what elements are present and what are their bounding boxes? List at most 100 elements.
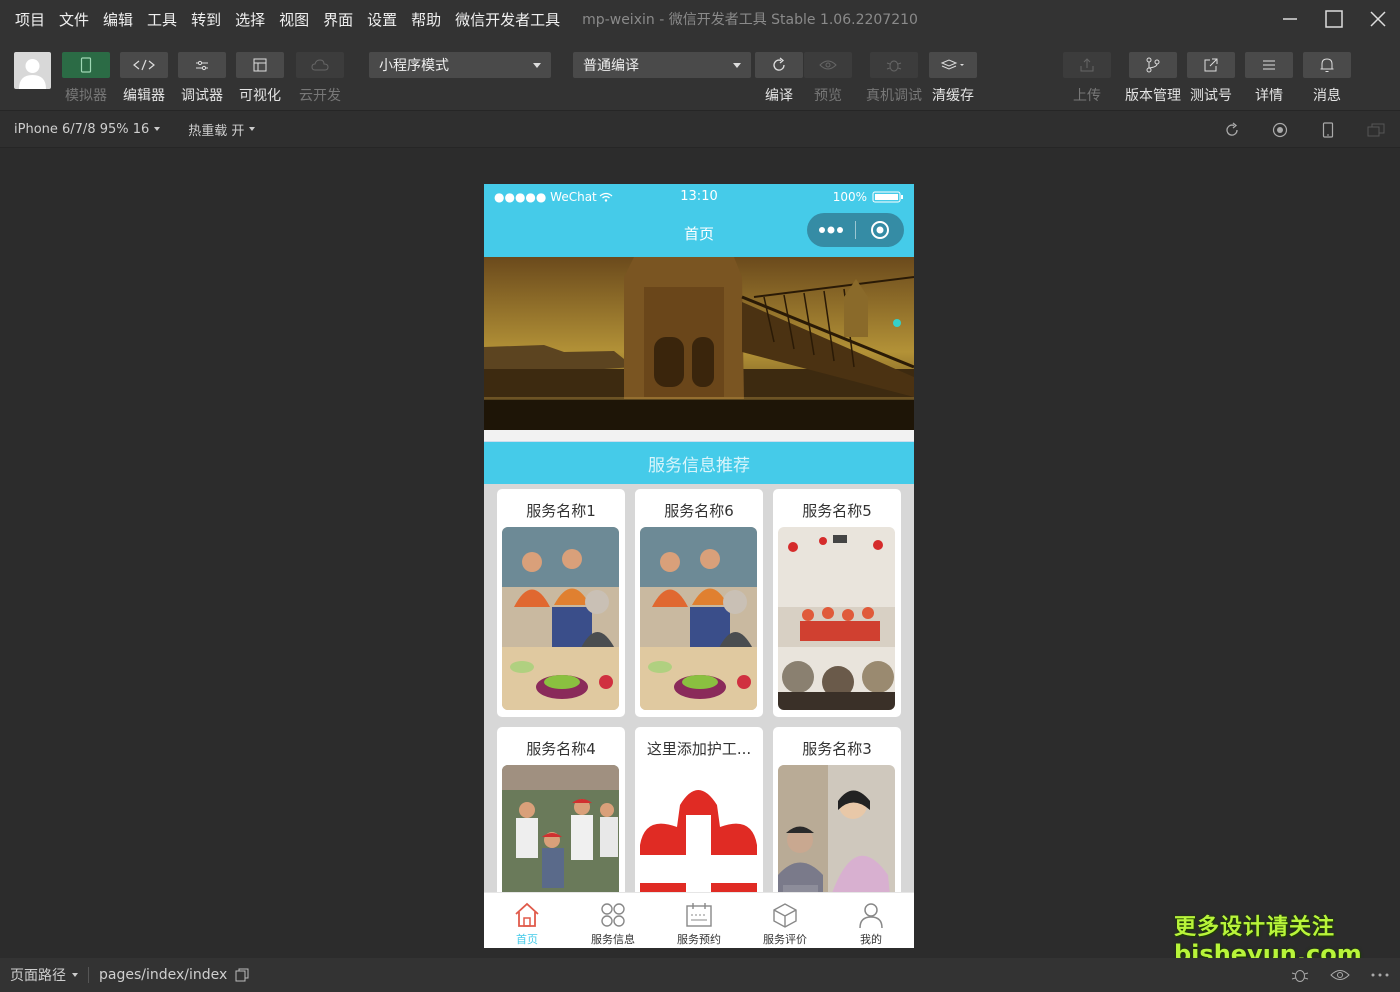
upload-action[interactable]: 上传 — [1063, 52, 1111, 105]
service-card-image — [778, 527, 895, 710]
service-card-image — [640, 527, 757, 710]
version-button[interactable] — [1129, 52, 1177, 78]
preview-toggle[interactable] — [1320, 968, 1360, 982]
hot-reload-select[interactable]: 热重载 开 — [188, 120, 256, 139]
menu-interface[interactable]: 界面 — [323, 9, 353, 30]
user-icon — [859, 903, 883, 929]
menu-wechat-devtools[interactable]: 微信开发者工具 — [455, 9, 560, 30]
service-grid: 服务名称1 服务名称6 服务名称5 服务名称4 这里添加护工... 服务名称3 — [484, 484, 914, 894]
debugger-toggle[interactable]: 调试器 — [178, 52, 226, 105]
page-title: 首页 — [683, 224, 714, 243]
branch-icon — [1146, 57, 1160, 73]
tab-service-info[interactable]: 服务信息 — [570, 893, 656, 948]
minimize-button[interactable] — [1268, 0, 1312, 38]
messages-action[interactable]: 消息 — [1303, 52, 1351, 105]
tab-service-booking[interactable]: 服务预约 — [656, 893, 742, 948]
tower-bridge-image — [484, 257, 914, 430]
compile-action[interactable]: 编译 — [755, 52, 803, 105]
phone-simulator[interactable]: ●●●●● WeChat 13:10 100% 首页 服务信息推荐 服务名称1 … — [484, 184, 914, 948]
cloud-button[interactable] — [296, 52, 344, 78]
bell-icon — [1320, 58, 1334, 72]
device-frame-button[interactable] — [1304, 122, 1352, 138]
exit-miniprogram-button[interactable] — [856, 220, 904, 240]
page-path-select[interactable]: 页面路径 — [10, 965, 78, 985]
outdoor-group-image — [502, 765, 619, 894]
test-account-button[interactable] — [1187, 52, 1235, 78]
clear-cache-button[interactable] — [929, 52, 977, 78]
eye-icon — [819, 60, 837, 70]
tab-mine[interactable]: 我的 — [828, 893, 914, 948]
hot-reload-value: 热重载 开 — [188, 123, 245, 139]
service-card-title: 服务名称6 — [664, 501, 734, 520]
service-card-4[interactable]: 服务名称4 — [497, 727, 625, 894]
maximize-button[interactable] — [1312, 0, 1356, 38]
menu-edit[interactable]: 编辑 — [103, 9, 133, 30]
remote-debug-button[interactable] — [870, 52, 918, 78]
device-select[interactable]: iPhone 6/7/8 95% 16 — [14, 122, 161, 137]
menu-file[interactable]: 文件 — [59, 9, 89, 30]
eye-icon — [1330, 970, 1350, 980]
compile-select[interactable]: 普通编译 — [573, 52, 751, 78]
messages-button[interactable] — [1303, 52, 1351, 78]
preview-action[interactable]: 预览 — [804, 52, 852, 105]
menu-settings[interactable]: 设置 — [367, 9, 397, 30]
close-button[interactable] — [1356, 0, 1400, 38]
details-label: 详情 — [1255, 88, 1283, 104]
messages-label: 消息 — [1313, 88, 1341, 104]
copy-path-button[interactable] — [235, 968, 249, 982]
service-card-2[interactable]: 服务名称6 — [635, 489, 763, 717]
tab-service-review[interactable]: 服务评价 — [742, 893, 828, 948]
upload-button[interactable] — [1063, 52, 1111, 78]
details-button[interactable] — [1245, 52, 1293, 78]
service-card-1[interactable]: 服务名称1 — [497, 489, 625, 717]
menu-help[interactable]: 帮助 — [411, 9, 441, 30]
editor-toggle[interactable]: 编辑器 — [120, 52, 168, 105]
bug-icon — [1291, 970, 1309, 982]
menu-tools[interactable]: 工具 — [147, 9, 177, 30]
cloud-toggle[interactable]: 云开发 — [296, 52, 344, 105]
tab-bar: 首页 服务信息 服务预约 服务评价 我的 — [484, 892, 914, 948]
remote-debug-action[interactable]: 真机调试 — [866, 52, 922, 105]
target-circle-icon — [871, 221, 889, 239]
rotate-button[interactable] — [1208, 122, 1256, 138]
test-account-action[interactable]: 测试号 — [1187, 52, 1235, 105]
avatar[interactable] — [14, 52, 51, 89]
record-button[interactable] — [1256, 122, 1304, 138]
clear-cache-action[interactable]: 清缓存 — [929, 52, 977, 105]
version-label: 版本管理 — [1125, 88, 1181, 104]
menu-view[interactable]: 视图 — [279, 9, 309, 30]
more-button[interactable] — [807, 226, 855, 234]
simulator-button[interactable] — [62, 52, 110, 78]
compile-button[interactable] — [755, 52, 803, 78]
simulator-actions — [1208, 111, 1400, 149]
tab-home[interactable]: 首页 — [484, 893, 570, 948]
watermark-line-1: 更多设计请关注 — [1174, 915, 1336, 940]
menu-project[interactable]: 项目 — [15, 9, 45, 30]
simulator-toggle[interactable]: 模拟器 — [62, 52, 110, 105]
service-card-image — [502, 765, 619, 894]
detach-button[interactable] — [1352, 123, 1400, 137]
service-card-6[interactable]: 服务名称3 — [773, 727, 901, 894]
debug-button[interactable] — [1280, 966, 1320, 984]
menu-goto[interactable]: 转到 — [191, 9, 221, 30]
version-action[interactable]: 版本管理 — [1125, 52, 1181, 105]
visual-button[interactable] — [236, 52, 284, 78]
menu-select[interactable]: 选择 — [235, 9, 265, 30]
service-card-5[interactable]: 这里添加护工... — [635, 727, 763, 894]
banner-swiper[interactable] — [484, 257, 914, 430]
test-account-label: 测试号 — [1190, 88, 1232, 104]
mode-select[interactable]: 小程序模式 — [369, 52, 551, 78]
menu-bar: 项目 文件 编辑 工具 转到 选择 视图 界面 设置 帮助 微信开发者工具 mp… — [0, 0, 1400, 38]
preview-button[interactable] — [804, 52, 852, 78]
more-options-button[interactable] — [1360, 973, 1400, 977]
editor-button[interactable] — [120, 52, 168, 78]
visual-toggle[interactable]: 可视化 — [236, 52, 284, 105]
service-card-image — [502, 527, 619, 710]
more-dots-icon — [819, 226, 843, 234]
debugger-button[interactable] — [178, 52, 226, 78]
chevron-down-icon — [533, 63, 541, 68]
cloud-label: 云开发 — [299, 88, 341, 104]
service-card-title: 这里添加护工... — [646, 739, 752, 758]
service-card-3[interactable]: 服务名称5 — [773, 489, 901, 717]
details-action[interactable]: 详情 — [1245, 52, 1293, 105]
